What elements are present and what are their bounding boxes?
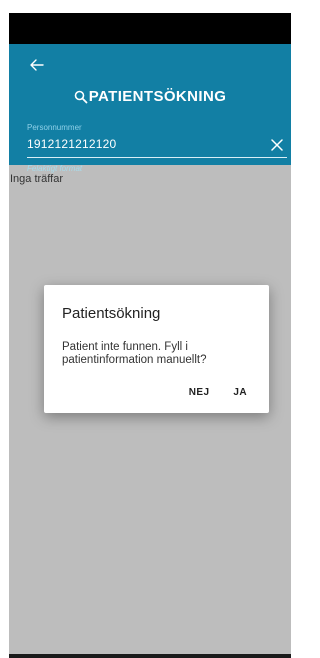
app-screen: PATIENTSÖKNING Personnummer 191212121212… (9, 13, 291, 658)
app-header: PATIENTSÖKNING Personnummer 191212121212… (9, 44, 291, 173)
search-field-error: Felaktigt format (27, 164, 83, 173)
dialog-actions: NEJ JA (189, 387, 247, 398)
empty-results-text: Inga träffar (10, 173, 63, 185)
page: PATIENTSÖKNING Personnummer 191212121212… (0, 0, 297, 658)
dialog-title: Patientsökning (62, 305, 161, 322)
status-bar (9, 13, 291, 44)
search-icon (74, 90, 88, 103)
yes-button[interactable]: JA (233, 387, 247, 398)
no-button[interactable]: NEJ (189, 387, 210, 398)
dialog-message: Patient inte funnen. Fyll i patientinfor… (62, 341, 207, 366)
patient-not-found-dialog: Patientsökning Patient inte funnen. Fyll… (44, 285, 269, 413)
clear-search-button[interactable] (269, 137, 285, 153)
search-field-underline (27, 157, 287, 158)
page-title-row: PATIENTSÖKNING (9, 88, 291, 105)
close-icon (271, 139, 283, 151)
page-title: PATIENTSÖKNING (88, 88, 227, 105)
arrow-left-icon (30, 59, 44, 71)
search-input[interactable]: 1912121212120 (27, 137, 116, 151)
search-field-label: Personnummer (27, 123, 82, 132)
navigation-bar (9, 654, 291, 658)
back-button[interactable] (25, 55, 49, 75)
